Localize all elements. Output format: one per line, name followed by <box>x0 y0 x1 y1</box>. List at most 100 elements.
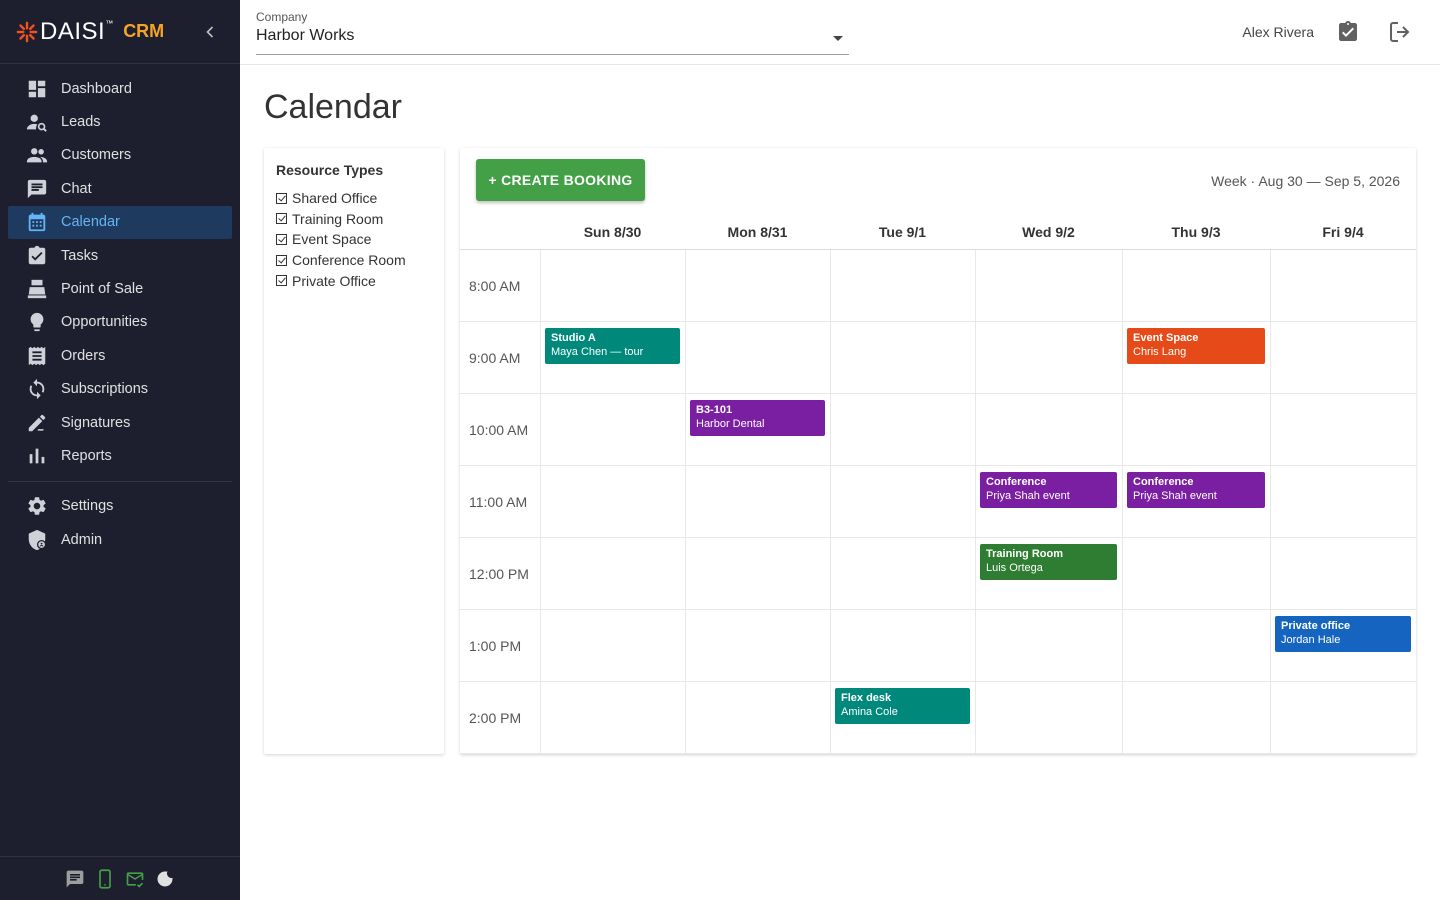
booking-title: Training Room <box>986 548 1063 560</box>
filter-training-room[interactable]: Training Room <box>276 209 432 230</box>
booking-subtitle: Priya Shah event <box>1133 490 1217 502</box>
day-header: Wed 9/2 <box>1022 224 1075 240</box>
sidebar-item-dashboard[interactable]: Dashboard <box>8 72 232 105</box>
calendar-day-header: Sun 8/30 Mon 8/31 Tue 9/1 Wed 9/2 Thu 9/3 Fri… <box>460 212 1416 250</box>
time-label: 9:00 AM <box>469 350 521 366</box>
sidebar-item-subscriptions[interactable]: Subscriptions <box>8 373 232 406</box>
sidebar-item-leads[interactable]: Leads <box>8 105 232 138</box>
chat-bubble-icon[interactable] <box>65 869 85 889</box>
booking-subtitle: Maya Chen — tour <box>551 346 644 358</box>
company-select[interactable]: Company Harbor Works <box>256 10 849 55</box>
filter-shared-office[interactable]: Shared Office <box>276 188 432 209</box>
sidebar-item-tasks[interactable]: Tasks <box>8 239 232 272</box>
time-row: 11:00 AM <box>460 466 1416 538</box>
admin-shield-icon <box>28 529 47 550</box>
booking-subtitle: Jordan Hale <box>1281 634 1341 646</box>
booking-event[interactable]: Private office Jordan Hale <box>1275 616 1411 652</box>
booking-event[interactable]: Training Room Luis Ortega <box>980 544 1117 580</box>
checkbox-checked-icon[interactable] <box>276 233 287 245</box>
sidebar-nav: Dashboard Leads Customers Chat Calendar … <box>0 64 240 556</box>
chat-icon <box>27 179 47 199</box>
sidebar-item-point-of-sale[interactable]: Point of Sale <box>8 272 232 305</box>
checkbox-checked-icon[interactable] <box>276 213 287 225</box>
time-row: 8:00 AM <box>460 250 1416 322</box>
sidebar-item-label: Settings <box>61 498 114 515</box>
sidebar-item-orders[interactable]: Orders <box>8 339 232 372</box>
booking-title: Event Space <box>1133 332 1199 344</box>
sidebar-item-settings[interactable]: Settings <box>8 490 232 523</box>
time-label: 1:00 PM <box>469 638 522 654</box>
checkbox-checked-icon[interactable] <box>276 192 287 204</box>
create-booking-button[interactable]: + CREATE BOOKING <box>476 159 645 201</box>
reports-icon <box>29 448 45 464</box>
brand-logo[interactable]: DAISI ™ CRM <box>16 18 164 46</box>
booking-subtitle: Priya Shah event <box>986 490 1070 502</box>
day-header: Thu 9/3 <box>1171 224 1221 240</box>
sidebar-item-label: Subscriptions <box>61 381 149 398</box>
mail-check-icon[interactable] <box>125 869 145 889</box>
point-of-sale-icon <box>27 279 47 299</box>
filter-conference-room[interactable]: Conference Room <box>276 250 432 271</box>
booking-event[interactable]: Event Space Chris Lang <box>1127 328 1265 364</box>
booking-event[interactable]: Studio A Maya Chen — tour <box>545 328 680 364</box>
sidebar-item-label: Chat <box>61 180 92 197</box>
user-name[interactable]: Alex Rivera <box>1242 24 1314 40</box>
sidebar-item-label: Point of Sale <box>61 281 144 298</box>
booking-event[interactable]: B3-101 Harbor Dental <box>690 400 825 436</box>
sidebar-item-label: Signatures <box>61 414 131 431</box>
filter-event-space[interactable]: Event Space <box>276 229 432 250</box>
sidebar-item-calendar[interactable]: Calendar <box>8 205 232 239</box>
booking-title: Conference <box>1133 476 1194 488</box>
resource-type-filter: Resource Types Shared Office Training Ro… <box>264 148 444 754</box>
logout-icon[interactable] <box>1388 20 1412 44</box>
day-column-divider <box>1270 250 1271 754</box>
chevron-left-icon[interactable] <box>200 22 220 42</box>
topbar: Company Harbor Works Alex Rivera <box>240 0 1440 65</box>
time-row: 12:00 PM <box>460 538 1416 610</box>
phone-icon[interactable] <box>95 868 115 889</box>
caret-down-icon <box>833 36 843 41</box>
day-column-divider <box>1122 250 1123 754</box>
orders-icon <box>28 346 46 365</box>
subscriptions-icon <box>29 379 45 400</box>
sidebar-item-label: Reports <box>61 447 112 464</box>
signature-icon <box>28 414 46 431</box>
sidebar-item-customers[interactable]: Customers <box>8 139 232 172</box>
booking-subtitle: Amina Cole <box>841 706 898 718</box>
day-header: Sun 8/30 <box>583 224 642 240</box>
checkbox-checked-icon[interactable] <box>276 275 287 287</box>
booking-event[interactable]: Flex desk Amina Cole <box>835 688 970 724</box>
customers-icon <box>26 148 48 163</box>
day-column-divider <box>540 250 541 754</box>
sidebar-item-label: Orders <box>61 347 106 364</box>
dark-mode-icon[interactable] <box>155 869 175 889</box>
day-column-divider <box>830 250 831 754</box>
calendar-card: + CREATE BOOKING Week · Aug 30 — Sep 5, … <box>460 148 1416 754</box>
day-column-divider <box>975 250 976 754</box>
day-column-divider <box>685 250 686 754</box>
time-label: 2:00 PM <box>469 710 522 726</box>
company-select-label: Company <box>256 10 308 24</box>
time-label: 12:00 PM <box>469 566 529 582</box>
sidebar-item-label: Opportunities <box>61 314 148 331</box>
checkbox-checked-icon[interactable] <box>276 254 287 266</box>
filter-private-office[interactable]: Private Office <box>276 270 432 291</box>
sidebar-item-label: Calendar <box>61 214 120 231</box>
booking-subtitle: Chris Lang <box>1133 346 1187 358</box>
day-header: Fri 9/4 <box>1322 224 1364 240</box>
sidebar-item-reports[interactable]: Reports <box>8 439 232 472</box>
filter-label: Conference Room <box>292 252 406 269</box>
booking-event[interactable]: Conference Priya Shah event <box>980 472 1117 508</box>
clipboard-check-icon[interactable] <box>1336 20 1360 44</box>
day-header: Mon 8/31 <box>727 224 788 240</box>
gear-icon <box>28 497 46 516</box>
sidebar-item-admin[interactable]: Admin <box>8 523 232 556</box>
filter-label: Training Room <box>292 210 384 227</box>
booking-subtitle: Luis Ortega <box>986 562 1043 574</box>
company-select-value: Harbor Works <box>256 27 355 44</box>
sidebar-item-signatures[interactable]: Signatures <box>8 406 232 439</box>
sidebar-item-chat[interactable]: Chat <box>8 172 232 205</box>
booking-event[interactable]: Conference Priya Shah event <box>1127 472 1265 508</box>
calendar-icon <box>28 213 46 232</box>
sidebar-item-opportunities[interactable]: Opportunities <box>8 306 232 339</box>
